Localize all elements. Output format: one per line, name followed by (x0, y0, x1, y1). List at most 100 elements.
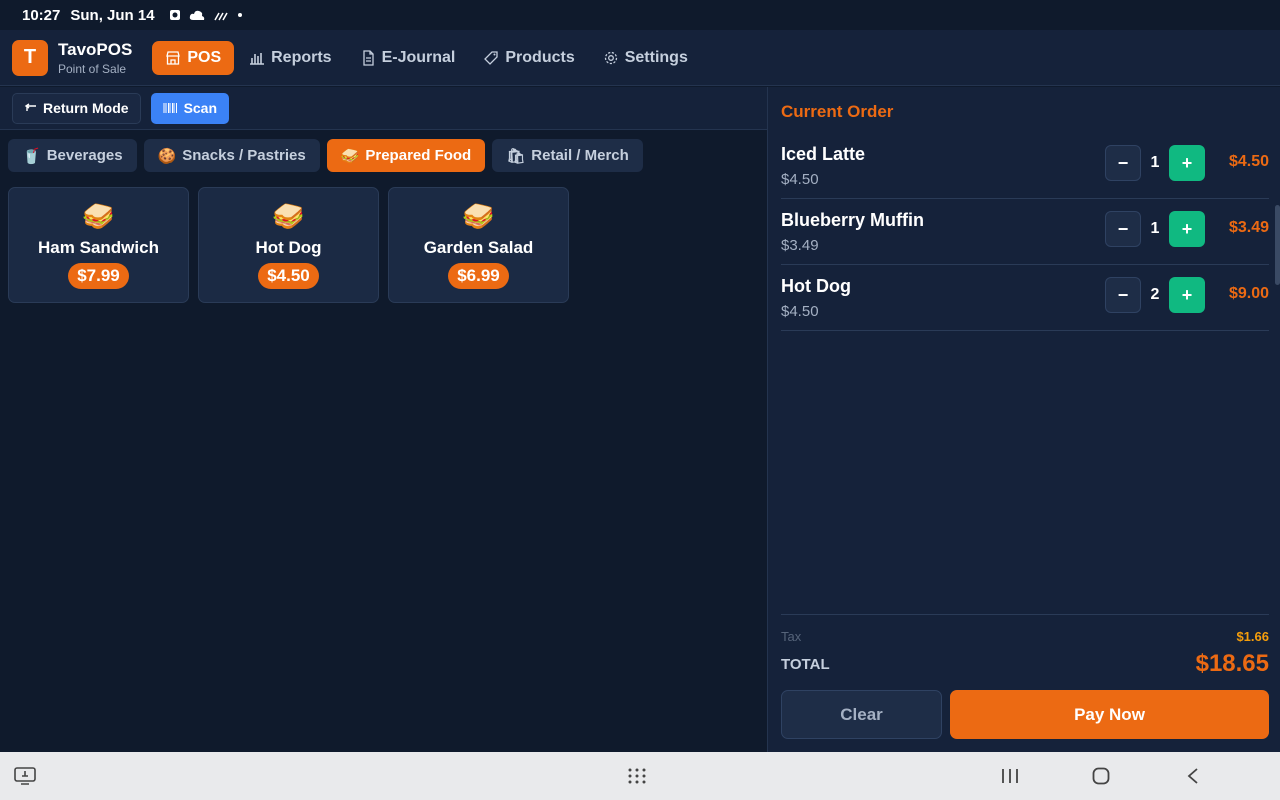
pay-now-button[interactable]: Pay Now (950, 690, 1269, 739)
recent-apps-icon[interactable] (1001, 768, 1019, 784)
tab-ejournal[interactable]: E-Journal (347, 41, 469, 75)
order-title: Current Order (781, 102, 894, 121)
status-time: 10:27 (22, 6, 61, 24)
action-toolbar: Return Mode Scan (0, 87, 767, 130)
product-name: Hot Dog (255, 238, 322, 257)
decrease-quantity-button[interactable]: − (1105, 145, 1141, 181)
tax-row: Tax $1.66 (781, 629, 1269, 644)
brand: TavoPOS Point of Sale (58, 40, 132, 76)
bar-chart-icon (250, 52, 265, 65)
store-icon (166, 50, 181, 65)
scan-button[interactable]: Scan (150, 92, 230, 124)
item-line-total: $3.49 (1228, 219, 1269, 236)
dot-icon (237, 13, 242, 17)
category-label: Retail / Merch (531, 147, 629, 164)
category-snacks[interactable]: 🍪 Snacks / Pastries (143, 139, 320, 172)
order-item: Blueberry Muffin $3.49 − 1 + $3.49 (781, 199, 1269, 265)
product-name: Garden Salad (423, 238, 534, 257)
clear-button[interactable]: Clear (781, 690, 942, 739)
item-quantity: 1 (1150, 154, 1160, 171)
system-nav-bar (0, 752, 1280, 800)
item-line-total: $9.00 (1228, 285, 1269, 302)
sandwich-icon: 🥪 (462, 201, 495, 231)
total-row: TOTAL $18.65 (781, 650, 1269, 678)
decrease-quantity-button[interactable]: − (1105, 211, 1141, 247)
product-price: $6.99 (448, 263, 509, 289)
quantity-stepper: − 1 + (1105, 145, 1205, 181)
category-retail[interactable]: 🛍 Retail / Merch (492, 139, 643, 172)
increase-quantity-button[interactable]: + (1169, 211, 1205, 247)
status-bar: 10:27 Sun, Jun 14 100 (0, 0, 1280, 752)
status-icons (169, 9, 243, 21)
product-area: Return Mode Scan 🥤 Beverages 🍪 Snacks / … (0, 87, 767, 752)
cookie-icon: 🍪 (157, 147, 177, 165)
order-scrollbar[interactable] (1275, 205, 1280, 285)
cloud-icon (189, 10, 204, 20)
tab-products[interactable]: Products (470, 41, 587, 75)
category-tabs: 🥤 Beverages 🍪 Snacks / Pastries 🥪 Prepar… (0, 130, 767, 172)
cup-icon: 🥤 (22, 147, 41, 165)
document-icon (362, 49, 374, 66)
notification-icon (169, 10, 180, 20)
order-summary: Tax $1.66 TOTAL $18.65 Clear Pay Now (781, 614, 1269, 739)
order-panel: Current Order Iced Latte $4.50 − 1 + $4.… (767, 87, 1280, 752)
tab-products-label: Products (505, 48, 575, 66)
weather-icon (213, 12, 228, 20)
tab-reports-label: Reports (271, 48, 332, 66)
app-drawer-icon[interactable] (628, 768, 646, 784)
product-card-hot-dog[interactable]: 🥪 Hot Dog $4.50 (198, 187, 379, 303)
product-grid: 🥪 Ham Sandwich $7.99 🥪 Hot Dog $4.50 🥪 G… (0, 172, 767, 303)
scan-label: Scan (183, 100, 218, 116)
product-card-ham-sandwich[interactable]: 🥪 Ham Sandwich $7.99 (8, 187, 189, 303)
app-header: T TavoPOS Point of Sale POS Reports E-Jo… (0, 30, 1280, 86)
tab-pos[interactable]: POS (152, 40, 235, 75)
sandwich-icon: 🥪 (340, 147, 360, 165)
category-label: Prepared Food (365, 147, 472, 164)
app-logo: T (12, 39, 48, 76)
tab-ejournal-label: E-Journal (381, 48, 456, 66)
product-card-garden-salad[interactable]: 🥪 Garden Salad $6.99 (388, 187, 569, 303)
return-mode-button[interactable]: Return Mode (12, 92, 141, 124)
gear-icon (604, 51, 617, 64)
order-actions: Clear Pay Now (781, 690, 1269, 739)
category-prepared-food[interactable]: 🥪 Prepared Food (326, 139, 486, 172)
sandwich-icon: 🥪 (82, 201, 115, 231)
barcode-icon (163, 103, 177, 113)
category-label: Beverages (46, 147, 123, 164)
tax-value: $1.66 (1236, 629, 1269, 644)
tab-settings[interactable]: Settings (590, 41, 701, 75)
item-line-total: $4.50 (1228, 153, 1269, 170)
product-price: $4.50 (258, 263, 319, 289)
category-beverages[interactable]: 🥤 Beverages (8, 139, 137, 172)
quantity-stepper: − 1 + (1105, 211, 1205, 247)
tax-label: Tax (781, 629, 802, 644)
total-value: $18.65 (1195, 650, 1269, 677)
order-item: Iced Latte $4.50 − 1 + $4.50 (781, 133, 1269, 199)
sandwich-icon: 🥪 (272, 201, 305, 231)
app-subtitle: Point of Sale (58, 61, 127, 76)
increase-quantity-button[interactable]: + (1169, 277, 1205, 313)
product-name: Ham Sandwich (38, 238, 159, 257)
back-icon[interactable] (1186, 767, 1200, 785)
tab-reports[interactable]: Reports (236, 41, 344, 75)
tag-icon (484, 50, 499, 65)
decrease-quantity-button[interactable]: − (1105, 277, 1141, 313)
item-quantity: 1 (1150, 220, 1160, 237)
total-label: TOTAL (781, 655, 830, 673)
shopping-bags-icon: 🛍 (506, 147, 526, 165)
tab-pos-label: POS (187, 48, 222, 66)
order-item: Hot Dog $4.50 − 2 + $9.00 (781, 265, 1269, 331)
quantity-stepper: − 2 + (1105, 277, 1205, 313)
tab-settings-label: Settings (624, 48, 688, 66)
product-price: $7.99 (68, 263, 129, 289)
increase-quantity-button[interactable]: + (1169, 145, 1205, 181)
return-mode-label: Return Mode (43, 100, 129, 116)
app-name: TavoPOS (58, 39, 133, 59)
return-arrow-icon (24, 103, 36, 111)
item-quantity: 2 (1150, 286, 1160, 303)
status-date: Sun, Jun 14 (70, 6, 155, 24)
order-items: Iced Latte $4.50 − 1 + $4.50 Blueberry M… (781, 133, 1269, 331)
home-icon[interactable] (1092, 767, 1110, 785)
category-label: Snacks / Pastries (182, 147, 306, 164)
screen-cast-icon[interactable] (14, 767, 36, 785)
